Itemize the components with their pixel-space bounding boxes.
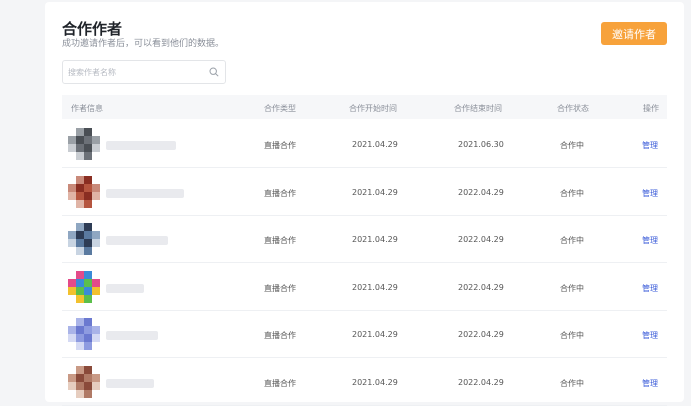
author-name-blurred (106, 331, 158, 340)
table-row: 直播合作 2021.04.29 2022.04.29 合作中 管理 (62, 168, 667, 216)
end-date: 2022.04.29 (458, 187, 504, 197)
table-row: 直播合作 2021.04.29 2022.04.29 合作中 管理 (62, 358, 667, 406)
avatar (68, 365, 100, 398)
page-subtitle: 成功邀请作者后，可以看到他们的数据。 (62, 39, 225, 49)
avatar (68, 270, 100, 303)
end-date: 2022.04.29 (458, 235, 504, 244)
status-text: 合作中 (560, 236, 584, 245)
cooperation-type: 直播合作 (264, 236, 296, 245)
table-row: 直播合作 2021.04.29 2022.04.29 合作中 管理 (62, 263, 667, 311)
cooperation-type: 直播合作 (264, 378, 296, 388)
manage-link[interactable]: 管理 (642, 330, 658, 341)
avatar (68, 223, 100, 255)
table-row: 直播合作 2021.04.29 2022.04.29 合作中 管理 (62, 310, 667, 358)
cooperation-type: 直播合作 (264, 283, 296, 293)
status-text: 合作中 (560, 141, 584, 150)
invite-author-button[interactable]: 邀请作者 (601, 22, 667, 45)
table-row: 直播合作 2021.04.29 2022.04.29 合作中 管理 (62, 215, 667, 263)
cooperation-type: 直播合作 (264, 141, 296, 150)
start-date: 2021.04.29 (352, 235, 398, 244)
table-header: 作者信息 合作类型 合作开始时间 合作结束时间 合作状态 操作 (62, 95, 667, 119)
manage-link[interactable]: 管理 (642, 378, 658, 389)
status-text: 合作中 (560, 188, 584, 198)
start-date: 2021.04.29 (352, 187, 398, 197)
cooperation-type: 直播合作 (264, 188, 296, 198)
manage-link[interactable]: 管理 (642, 235, 658, 246)
author-search-input[interactable] (68, 61, 198, 83)
start-date: 2021.04.29 (352, 330, 398, 339)
cooperation-card: 合作作者 成功邀请作者后，可以看到他们的数据。 邀请作者 作者信息 合作类型 合… (45, 2, 684, 406)
column-header-status: 合作状态 (557, 104, 589, 113)
column-header-start-time: 合作开始时间 (349, 104, 397, 113)
author-name-blurred (106, 283, 144, 293)
column-header-end-time: 合作结束时间 (454, 104, 502, 113)
column-header-author-info: 作者信息 (71, 104, 103, 113)
avatar (68, 175, 100, 208)
author-name-blurred (106, 141, 176, 150)
avatar (68, 128, 100, 160)
start-date: 2021.04.29 (352, 140, 398, 149)
manage-link[interactable]: 管理 (642, 188, 658, 199)
status-text: 合作中 (560, 283, 584, 293)
end-date: 2022.04.29 (458, 282, 504, 292)
start-date: 2021.04.29 (352, 282, 398, 292)
author-name-blurred (106, 378, 154, 388)
end-date: 2021.06.30 (458, 140, 504, 149)
status-text: 合作中 (560, 378, 584, 388)
search-icon[interactable] (209, 67, 219, 77)
manage-link[interactable]: 管理 (642, 140, 658, 151)
cooperation-type: 直播合作 (264, 331, 296, 340)
avatar (68, 318, 100, 350)
end-date: 2022.04.29 (458, 330, 504, 339)
table-row: 直播合作 2021.04.29 2021.06.30 合作中 管理 (62, 120, 667, 168)
author-name-blurred (106, 188, 184, 198)
start-date: 2021.04.29 (352, 377, 398, 387)
end-date: 2022.04.29 (458, 377, 504, 387)
author-name-blurred (106, 236, 168, 245)
column-header-action: 操作 (643, 104, 659, 113)
author-search-box (62, 60, 226, 84)
column-header-type: 合作类型 (264, 104, 296, 113)
status-text: 合作中 (560, 331, 584, 340)
manage-link[interactable]: 管理 (642, 283, 658, 294)
